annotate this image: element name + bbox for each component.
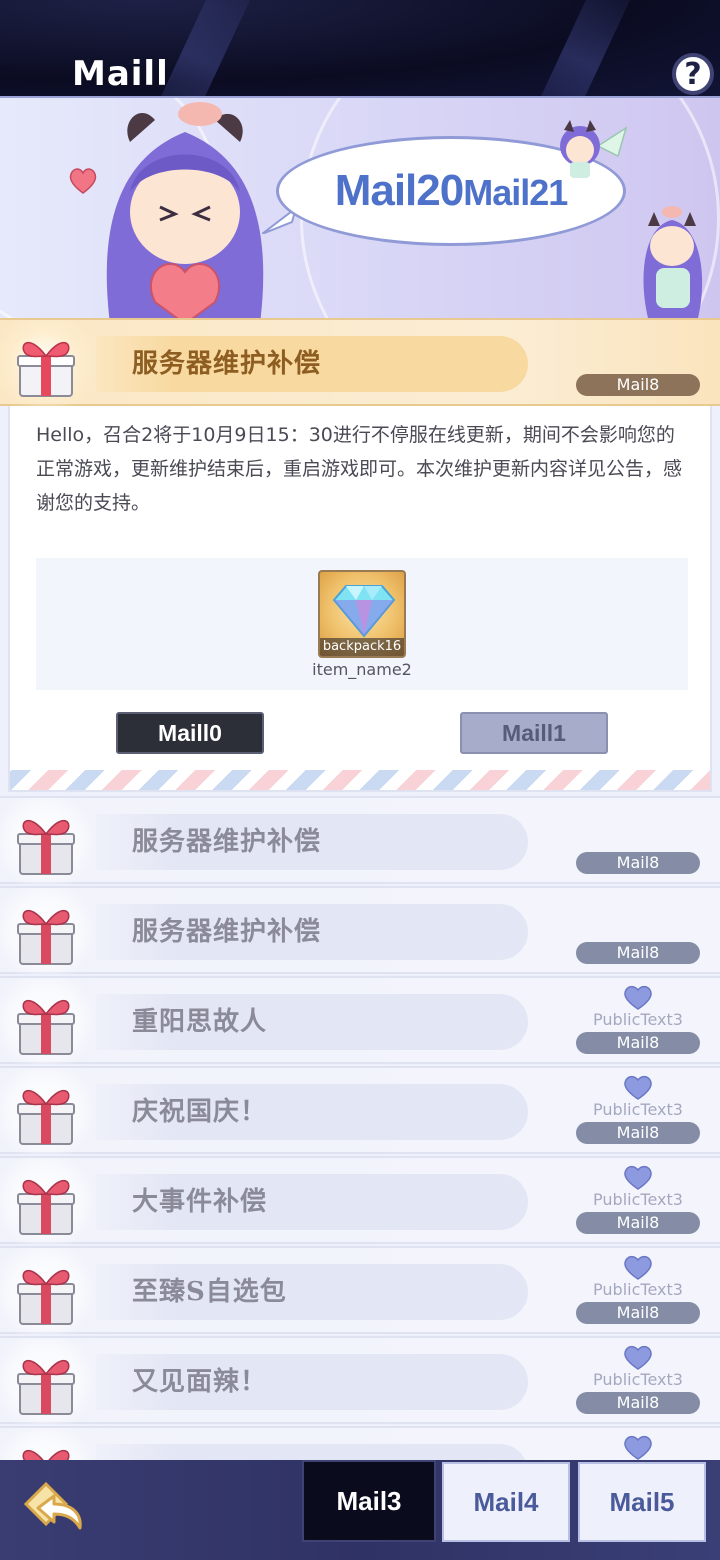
tab-mail5[interactable]: Mail5 [578, 1462, 706, 1542]
mail-status-text: PublicText3 [593, 1100, 683, 1119]
page-title: Maill [72, 54, 169, 94]
attachment-item[interactable]: backpack16 [318, 570, 406, 658]
mail-banner: Mail20Mail21 [0, 96, 720, 318]
decor-streak [519, 0, 641, 96]
mail-badge: Mail8 [576, 374, 700, 396]
airmail-border [10, 770, 710, 790]
girl-character-illustration [106, 102, 264, 318]
gift-box-icon [17, 341, 75, 397]
mail-badge: Mail8 [576, 1032, 700, 1054]
mail-badge: Mail8 [576, 1122, 700, 1144]
mail-status-text: PublicText3 [593, 1190, 683, 1209]
heart-icon [624, 1075, 652, 1100]
mail-list-item[interactable]: 服务器维护补偿 Mail8 [0, 796, 720, 884]
speech-main-text: Mail20 [334, 166, 465, 215]
gift-box-icon [17, 909, 75, 965]
mail-badge: Mail8 [576, 1302, 700, 1324]
mail-badge: Mail8 [576, 1212, 700, 1234]
mail-list-item[interactable]: 又见面辣！ PublicText3 Mail8 [0, 1336, 720, 1424]
heart-icon [624, 1435, 652, 1460]
help-button[interactable]: ? [672, 53, 714, 95]
mail-item-expanded-header[interactable]: 服务器维护补偿 Mail8 [0, 318, 720, 406]
mail-list-item[interactable]: 重阳思故人 PublicText3 Mail8 [0, 976, 720, 1064]
bottom-bar: Mail3 Mail4 Mail5 [0, 1460, 720, 1560]
mail-badge: Mail8 [576, 942, 700, 964]
top-bar: Maill ? [0, 0, 720, 96]
mail-badge: Mail8 [576, 852, 700, 874]
mail-status-text: PublicText3 [593, 1280, 683, 1299]
heart-icon [69, 168, 97, 194]
help-icon: ? [684, 56, 702, 92]
heart-icon [624, 1165, 652, 1190]
diamond-icon [332, 585, 396, 638]
mail-primary-button[interactable]: Maill0 [116, 712, 264, 754]
tab-mail4[interactable]: Mail4 [442, 1462, 570, 1542]
mail-title: 至臻S自选包 [132, 1277, 287, 1307]
item-tag: backpack16 [320, 638, 404, 656]
mail-secondary-button[interactable]: Maill1 [460, 712, 608, 754]
speech-bubble-text: Mail20Mail21 [334, 166, 569, 216]
chibi-standing-illustration [643, 206, 703, 318]
mail-list-item[interactable]: 庆祝国庆！ PublicText3 Mail8 [0, 1066, 720, 1154]
mail-status-text: PublicText3 [593, 1010, 683, 1029]
mail-list-item[interactable]: 至臻S自选包 PublicText3 Mail8 [0, 1246, 720, 1334]
gift-box-icon [17, 819, 75, 875]
tab-mail3[interactable]: Mail3 [302, 1460, 436, 1542]
heart-icon [624, 985, 652, 1010]
mail-status-text: PublicText3 [593, 1370, 683, 1389]
gift-box-icon [17, 1089, 75, 1145]
mail-body-text: Hello，召合2将于10月9日15：30进行不停服在线更新，期间不会影响您的正… [36, 424, 683, 514]
mail-title: 又见面辣！ [132, 1367, 268, 1397]
heart-icon [624, 1255, 652, 1280]
mail-title: 庆祝国庆！ [132, 1097, 268, 1127]
mail-title: 服务器维护补偿 [132, 827, 322, 857]
mail-list-item[interactable]: 大事件补偿 PublicText3 Mail8 [0, 1156, 720, 1244]
attachment-area: backpack16 item_name2 [36, 558, 688, 690]
gift-box-icon [17, 1269, 75, 1325]
mail-list-item[interactable]: 服务器维护补偿 Mail8 [0, 886, 720, 974]
gift-box-icon [17, 1359, 75, 1415]
gift-box-icon [17, 1179, 75, 1235]
gift-box-icon [17, 999, 75, 1055]
mail-title: 大事件补偿 [132, 1187, 268, 1217]
heart-icon [624, 1345, 652, 1370]
item-name: item_name2 [312, 660, 412, 679]
mail-title: 服务器维护补偿 [132, 349, 322, 379]
mail-title: 重阳思故人 [132, 1007, 268, 1037]
mail-title: 服务器维护补偿 [132, 917, 322, 947]
mail-content-panel: Hello，召合2将于10月9日15：30进行不停服在线更新，期间不会影响您的正… [8, 406, 712, 792]
chibi-flying-illustration [560, 120, 628, 178]
mail-badge: Mail8 [576, 1392, 700, 1414]
back-arrow-icon[interactable] [24, 1482, 88, 1540]
